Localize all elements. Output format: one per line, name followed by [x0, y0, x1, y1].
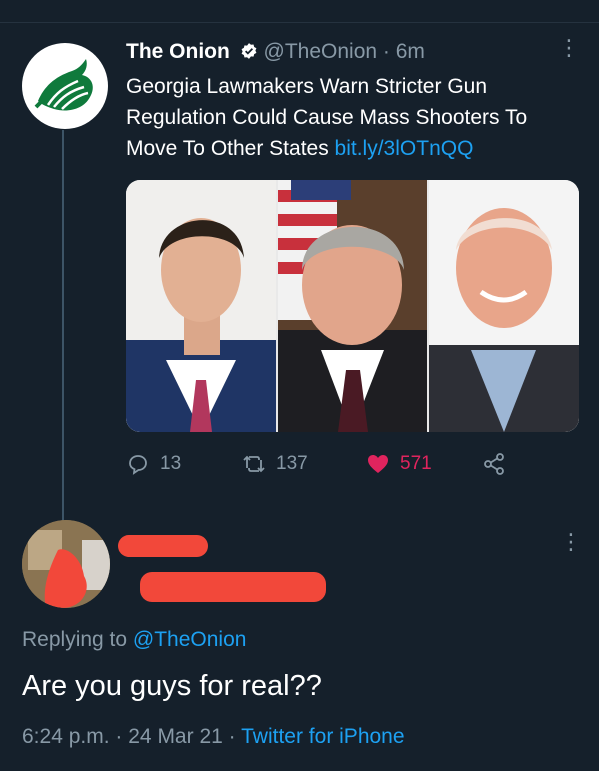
reply-meta: 6:24 p.m. · 24 Mar 21 · Twitter for iPho… — [22, 725, 405, 749]
tweet-actions: 13 137 571 — [126, 452, 546, 480]
meta-separator-2: · — [228, 725, 236, 748]
reply-avatar[interactable] — [22, 520, 110, 608]
redacted-avatar-image — [22, 520, 110, 608]
retweet-icon — [243, 455, 265, 473]
author-name[interactable]: The Onion — [126, 40, 230, 63]
verified-icon — [241, 43, 257, 59]
reply-icon — [129, 455, 147, 475]
thread-connector — [62, 130, 64, 525]
lawmakers-photo — [126, 180, 579, 432]
tweet-text: Georgia Lawmakers Warn Stricter Gun Regu… — [126, 71, 576, 164]
retweet-count: 137 — [276, 453, 308, 474]
tweet-time[interactable]: 6m — [396, 40, 425, 63]
retweet-action[interactable]: 137 — [242, 452, 308, 476]
share-icon — [484, 453, 504, 475]
reply-source[interactable]: Twitter for iPhone — [241, 725, 404, 748]
like-action[interactable]: 571 — [366, 452, 432, 476]
replying-to: Replying to @TheOnion — [22, 628, 246, 652]
header-separator: · — [382, 40, 390, 63]
redacted-name — [118, 535, 208, 557]
onion-logo — [27, 48, 103, 124]
reply-count: 13 — [160, 453, 182, 474]
tweet-header: The Onion @TheOnion · 6m — [126, 38, 425, 66]
onion-avatar[interactable] — [22, 43, 108, 129]
tweet-media[interactable] — [126, 180, 579, 432]
tweet-link[interactable]: bit.ly/3lOTnQQ — [335, 137, 474, 160]
share-action[interactable] — [482, 452, 506, 476]
heart-icon — [368, 455, 388, 473]
replying-prefix: Replying to — [22, 628, 133, 651]
redacted-handle — [140, 572, 326, 602]
reply-action[interactable]: 13 — [126, 452, 181, 476]
author-handle[interactable]: @TheOnion — [264, 40, 378, 63]
meta-separator-1: · — [115, 725, 123, 748]
reply-more-icon[interactable]: ⋮ — [560, 531, 582, 553]
top-divider — [0, 0, 599, 23]
like-count: 571 — [400, 453, 432, 474]
more-icon[interactable]: ⋮ — [558, 37, 580, 59]
reply-text: Are you guys for real?? — [22, 670, 322, 702]
reply-date[interactable]: 24 Mar 21 — [128, 725, 223, 748]
replying-handle[interactable]: @TheOnion — [133, 628, 247, 651]
reply-time[interactable]: 6:24 p.m. — [22, 725, 110, 748]
